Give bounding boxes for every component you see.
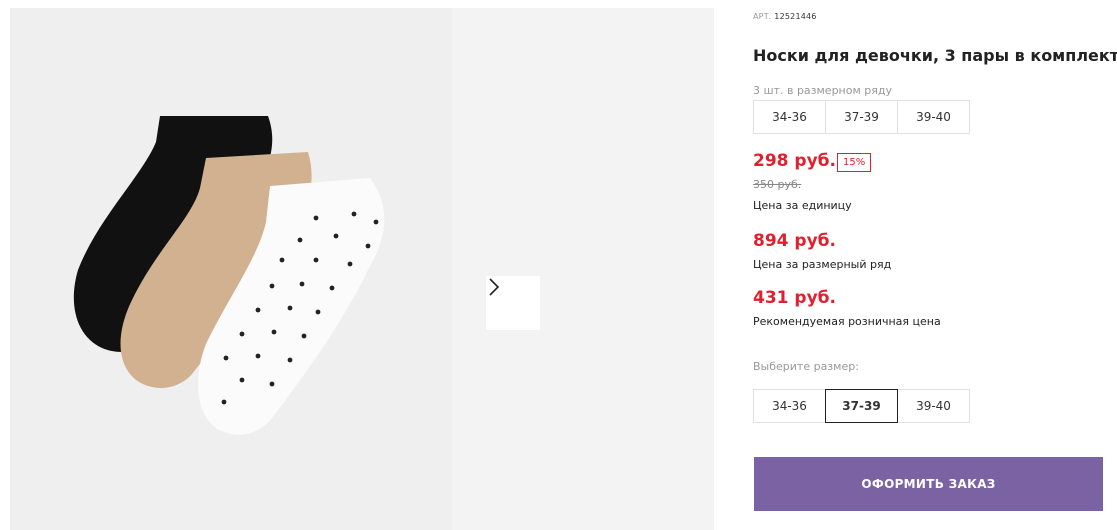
pack-note: 3 шт. в размерном ряду xyxy=(753,84,892,97)
size-option-selected[interactable]: 37-39 xyxy=(825,389,898,423)
pack-size: 39-40 xyxy=(897,100,970,134)
sku: АРТ. 12521446 xyxy=(753,12,817,21)
size-option[interactable]: 34-36 xyxy=(753,389,826,423)
choose-size-label: Выберите размер: xyxy=(753,360,859,373)
product-title: Носки для девочки, 3 пары в комплекте xyxy=(753,46,1117,65)
product-info: АРТ. 12521446 Носки для девочки, 3 пары … xyxy=(753,0,1117,530)
product-gallery xyxy=(10,8,714,530)
size-selector: 34-36 37-39 39-40 xyxy=(753,389,970,423)
pack-size: 37-39 xyxy=(825,100,898,134)
retail-price-caption: Рекомендуемая розничная цена xyxy=(753,315,941,328)
size-option[interactable]: 39-40 xyxy=(897,389,970,423)
discount-badge: 15% xyxy=(837,153,872,172)
next-image-button[interactable] xyxy=(486,276,540,330)
size-row-price: 894 руб. xyxy=(753,231,836,251)
next-photo-preview xyxy=(452,8,714,530)
pack-size: 34-36 xyxy=(753,100,826,134)
old-price: 350 руб. xyxy=(753,178,802,191)
unit-price-caption: Цена за единицу xyxy=(753,199,852,212)
order-button[interactable]: ОФОРМИТЬ ЗАКАЗ xyxy=(754,457,1103,511)
unit-price: 298 руб. xyxy=(753,151,836,171)
retail-price: 431 руб. xyxy=(753,288,836,308)
socks-illustration xyxy=(73,116,385,435)
chevron-right-icon xyxy=(489,278,500,296)
size-row-price-caption: Цена за размерный ряд xyxy=(753,258,892,271)
pack-size-range: 34-36 37-39 39-40 xyxy=(753,100,970,134)
